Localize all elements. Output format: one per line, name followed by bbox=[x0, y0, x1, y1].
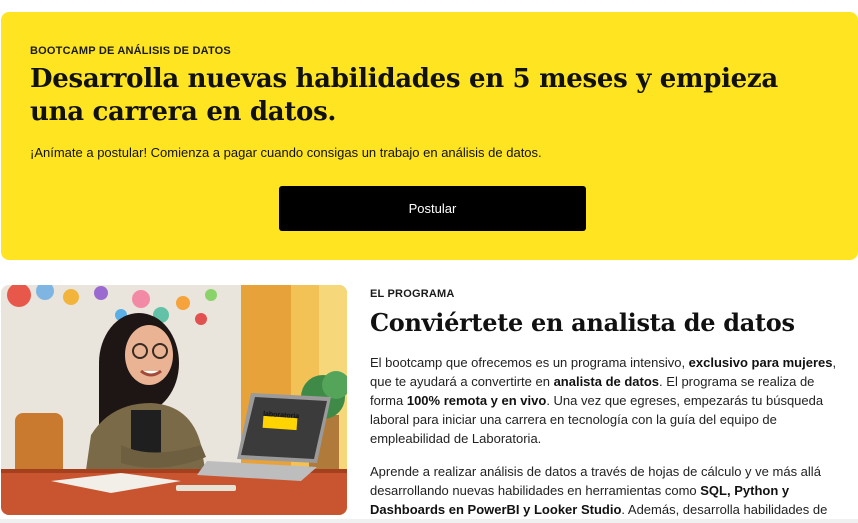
paragraph-bold: exclusivo para mujeres bbox=[688, 355, 833, 370]
program-title: Conviértete en analista de datos bbox=[370, 308, 795, 337]
hero-subtitle: ¡Anímate a postular! Comienza a pagar cu… bbox=[30, 145, 542, 160]
hero-eyebrow: BOOTCAMP DE ANÁLISIS DE DATOS bbox=[30, 45, 231, 57]
paragraph-text: . Además, desarrolla habilidades de bbox=[621, 502, 828, 517]
paragraph-bold: 100% remota y en vivo bbox=[406, 393, 547, 408]
apply-button[interactable]: Postular bbox=[279, 186, 586, 231]
program-paragraph-1: El bootcamp que ofrecemos es un programa… bbox=[370, 353, 850, 448]
paragraph-text: El bootcamp que ofrecemos es un programa… bbox=[370, 355, 689, 370]
paragraph-bold: analista de datos bbox=[553, 374, 660, 389]
hero-title: Desarrolla nuevas habilidades en 5 meses… bbox=[30, 64, 778, 127]
program-photo: laboratoria bbox=[1, 285, 347, 515]
program-paragraph-2: Aprende a realizar análisis de datos a t… bbox=[370, 462, 850, 519]
page-bottom-edge bbox=[0, 519, 858, 523]
program-eyebrow: EL PROGRAMA bbox=[370, 288, 455, 300]
